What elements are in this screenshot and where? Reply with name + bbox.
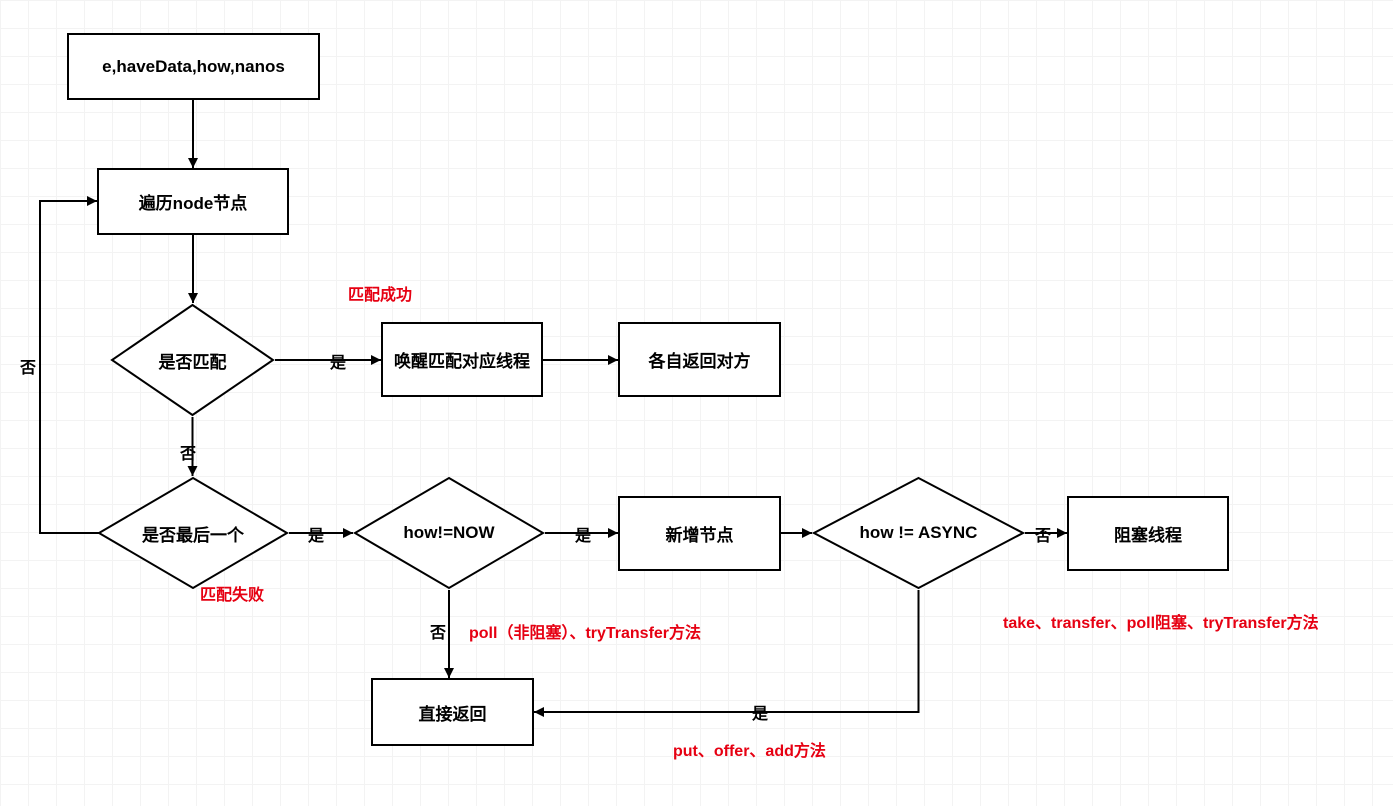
direct-return-box: 直接返回 <box>371 678 534 746</box>
start-text: e,haveData,how,nanos <box>102 57 285 77</box>
how-now-decision-text: how!=NOW <box>403 523 494 543</box>
note-poll-try: poll（非阻塞）、tryTransfer方法 <box>469 619 701 643</box>
wakeup-text: 唤醒匹配对应线程 <box>394 347 530 372</box>
new-node-box: 新增节点 <box>618 496 781 571</box>
each-return-text: 各自返回对方 <box>649 347 751 372</box>
flowchart-canvas: e,haveData,how,nanos 遍历node节点 唤醒匹配对应线程 各… <box>0 0 1393 806</box>
how-async-decision-text: how != ASYNC <box>860 523 978 543</box>
new-node-text: 新增节点 <box>666 521 734 546</box>
edge-last-yes: 是 <box>308 522 324 546</box>
note-take-transfer: take、transfer、poll阻塞、tryTransfer方法 <box>1003 609 1319 633</box>
block-thread-box: 阻塞线程 <box>1067 496 1229 571</box>
edge-hownow-yes: 是 <box>575 522 591 546</box>
traverse-text: 遍历node节点 <box>139 189 248 214</box>
last-decision: 是否最后一个 <box>97 476 289 590</box>
edge-hownow-no: 否 <box>430 619 446 643</box>
note-match-fail: 匹配失败 <box>200 581 264 605</box>
direct-return-text: 直接返回 <box>419 700 487 725</box>
start-box: e,haveData,how,nanos <box>67 33 320 100</box>
how-async-decision: how != ASYNC <box>812 476 1025 590</box>
edge-howasync-no: 否 <box>1035 522 1051 546</box>
note-put-offer-add: put、offer、add方法 <box>673 737 826 761</box>
edge-last-no: 否 <box>20 354 36 378</box>
each-return-box: 各自返回对方 <box>618 322 781 397</box>
note-match-ok: 匹配成功 <box>348 281 412 305</box>
last-decision-text: 是否最后一个 <box>142 521 244 546</box>
edge-match-no: 否 <box>180 440 196 464</box>
traverse-box: 遍历node节点 <box>97 168 289 235</box>
match-decision-text: 是否匹配 <box>159 348 227 373</box>
block-thread-text: 阻塞线程 <box>1114 521 1182 546</box>
how-now-decision: how!=NOW <box>353 476 545 590</box>
wakeup-box: 唤醒匹配对应线程 <box>381 322 543 397</box>
match-decision: 是否匹配 <box>110 303 275 417</box>
edge-howasync-yes: 是 <box>752 700 768 724</box>
edge-match-yes: 是 <box>330 349 346 373</box>
